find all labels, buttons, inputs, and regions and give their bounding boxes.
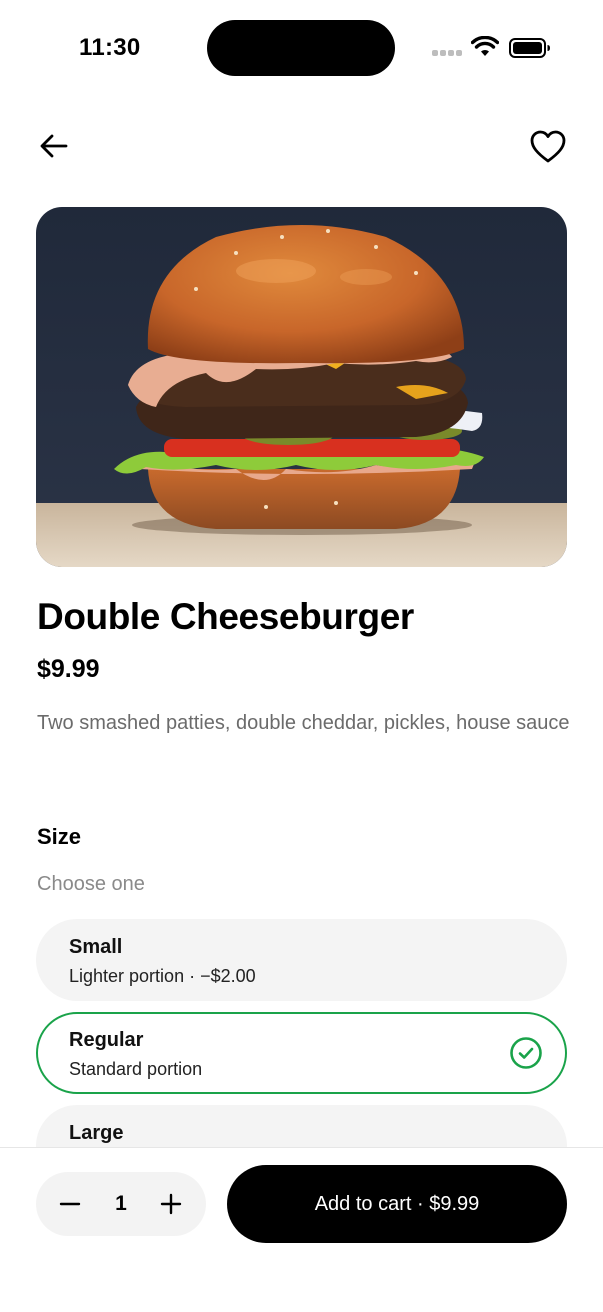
size-option-name: Small [69,936,123,958]
product-price: $9.99 [37,655,100,683]
favorite-button[interactable] [528,127,568,167]
dynamic-island [207,20,395,76]
status-time: 11:30 [79,34,141,61]
product-image [36,207,567,567]
size-section-title: Size [37,824,82,849]
wifi-icon [471,36,499,56]
plus-icon[interactable] [159,1192,183,1216]
size-option-small[interactable]: Small Lighter portion · −$2.00 [36,919,567,1001]
size-option-regular[interactable]: Regular Standard portion [36,1012,567,1094]
bottom-action-bar: 1 Add to cart · $9.99 [0,1147,603,1312]
product-description: Two smashed patties, double cheddar, pic… [37,712,570,734]
quantity-stepper: 1 [36,1172,206,1236]
status-bar: 11:30 [0,0,603,96]
arrow-left-icon [40,134,68,158]
size-option-name: Regular [69,1029,144,1051]
size-section-subtitle: Choose one [37,873,145,895]
size-option-detail: Lighter portion · −$2.00 [69,966,256,986]
burger-photo [36,207,567,567]
back-button[interactable] [36,128,72,164]
cellular-signal-icon [432,50,462,58]
size-option-detail: Standard portion [69,1059,203,1079]
battery-icon [509,38,550,58]
heart-outline-icon [530,130,566,163]
add-to-cart-button[interactable]: Add to cart · $9.99 [227,1165,567,1243]
check-circle-icon [510,1037,542,1069]
size-option-name: Large [69,1122,124,1144]
product-title: Double Cheeseburger [37,596,414,637]
